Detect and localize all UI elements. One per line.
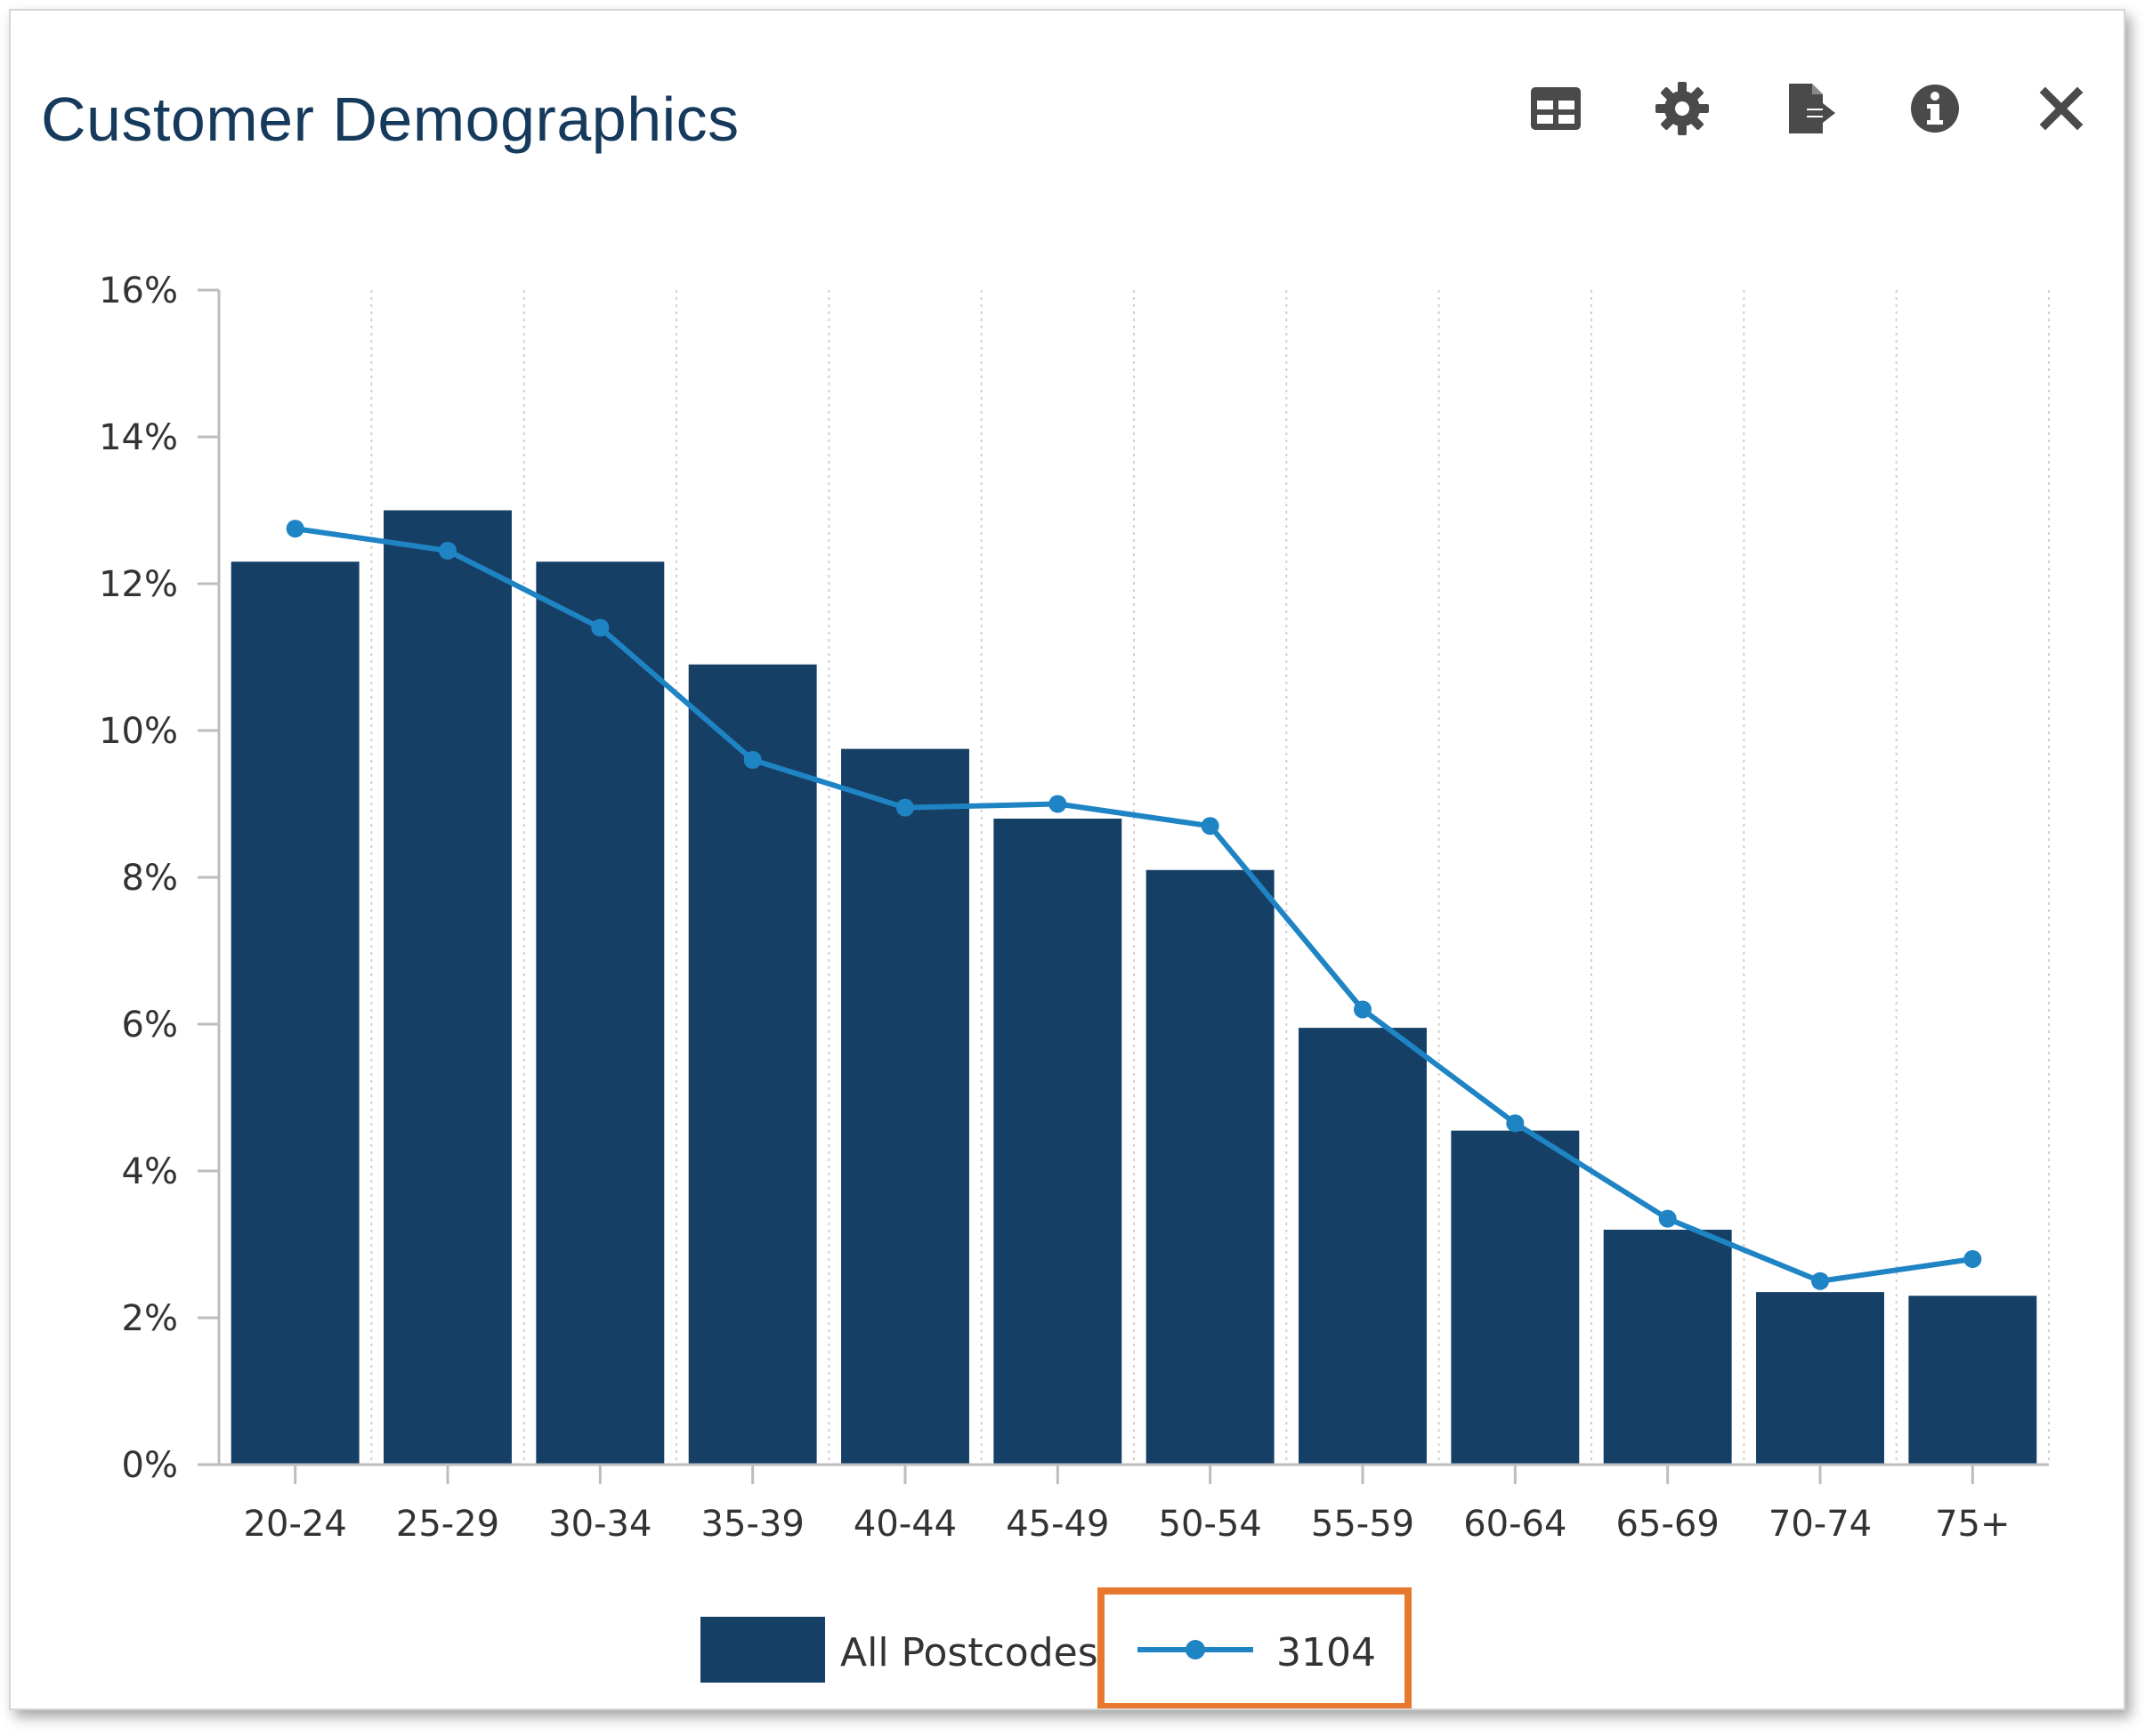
y-tick-label: 4% [122, 1151, 178, 1192]
x-tick-label: 25-29 [396, 1504, 499, 1545]
point-45-49[interactable] [1048, 795, 1067, 813]
x-tick-label: 70-74 [1769, 1504, 1872, 1545]
bar-55-59[interactable] [1299, 1028, 1427, 1465]
legend-line-marker [1186, 1640, 1205, 1659]
point-75+[interactable] [1963, 1250, 1982, 1268]
bar-25-29[interactable] [384, 510, 512, 1466]
y-tick-label: 6% [122, 1005, 178, 1046]
y-tick-label: 0% [122, 1445, 178, 1486]
point-55-59[interactable] [1354, 1000, 1372, 1019]
bar-70-74[interactable] [1756, 1292, 1884, 1465]
x-tick-label: 50-54 [1159, 1504, 1262, 1545]
y-tick-label: 2% [122, 1298, 178, 1339]
legend: All Postcodes 3104 [700, 1587, 1412, 1708]
point-50-54[interactable] [1201, 817, 1219, 836]
x-tick-label: 30-34 [548, 1504, 652, 1545]
bar-35-39[interactable] [688, 664, 817, 1465]
y-tick-labels: 0% 2% 4% 6% 8% 10% 12% 14% 16% [99, 270, 178, 1486]
bar-65-69[interactable] [1603, 1230, 1732, 1465]
point-25-29[interactable] [439, 541, 457, 560]
point-65-69[interactable] [1658, 1209, 1677, 1228]
x-tick-label: 75+ [1935, 1504, 2010, 1545]
bar-50-54[interactable] [1145, 869, 1275, 1465]
chart-panel: Customer Demographics 0% 2% 4% 6% 8% 10%… [9, 9, 2125, 1710]
bar-20-24[interactable] [231, 561, 360, 1465]
point-20-24[interactable] [286, 520, 304, 538]
y-tick-label: 10% [99, 711, 178, 752]
y-tick-label: 8% [122, 858, 178, 899]
point-35-39[interactable] [743, 751, 762, 769]
demographics-chart: 0% 2% 4% 6% 8% 10% 12% 14% 16% 20-24 25-29 30-34 35… [99, 270, 2050, 1708]
point-40-44[interactable] [896, 798, 914, 817]
point-30-34[interactable] [591, 618, 610, 637]
bar-30-34[interactable] [536, 561, 665, 1465]
legend-label-all-postcodes: All Postcodes [840, 1630, 1098, 1675]
x-tick-label: 45-49 [1006, 1504, 1109, 1545]
x-tick-label: 55-59 [1311, 1504, 1414, 1545]
x-tick-label: 35-39 [701, 1504, 805, 1545]
y-tick-label: 16% [99, 270, 178, 311]
bar-45-49[interactable] [993, 819, 1122, 1465]
y-tick-label: 14% [99, 417, 178, 458]
legend-item-3104[interactable]: 3104 [1137, 1630, 1376, 1675]
point-70-74[interactable] [1811, 1272, 1829, 1290]
x-tick-label: 65-69 [1616, 1504, 1720, 1545]
point-60-64[interactable] [1506, 1114, 1525, 1133]
legend-item-all-postcodes[interactable]: All Postcodes [700, 1617, 1098, 1683]
x-tick-label: 60-64 [1463, 1504, 1566, 1545]
legend-label-3104: 3104 [1276, 1630, 1376, 1675]
x-tick-labels: 20-24 25-29 30-34 35-39 40-44 45-49 50-54 55-59… [244, 1504, 2011, 1545]
bar-60-64[interactable] [1451, 1130, 1580, 1465]
legend-bar-swatch [700, 1617, 825, 1683]
bar-75+[interactable] [1908, 1296, 2037, 1465]
y-tick-label: 12% [99, 564, 178, 605]
x-tick-label: 40-44 [854, 1504, 957, 1545]
x-tick-label: 20-24 [244, 1504, 347, 1545]
bar-40-44[interactable] [841, 748, 969, 1465]
